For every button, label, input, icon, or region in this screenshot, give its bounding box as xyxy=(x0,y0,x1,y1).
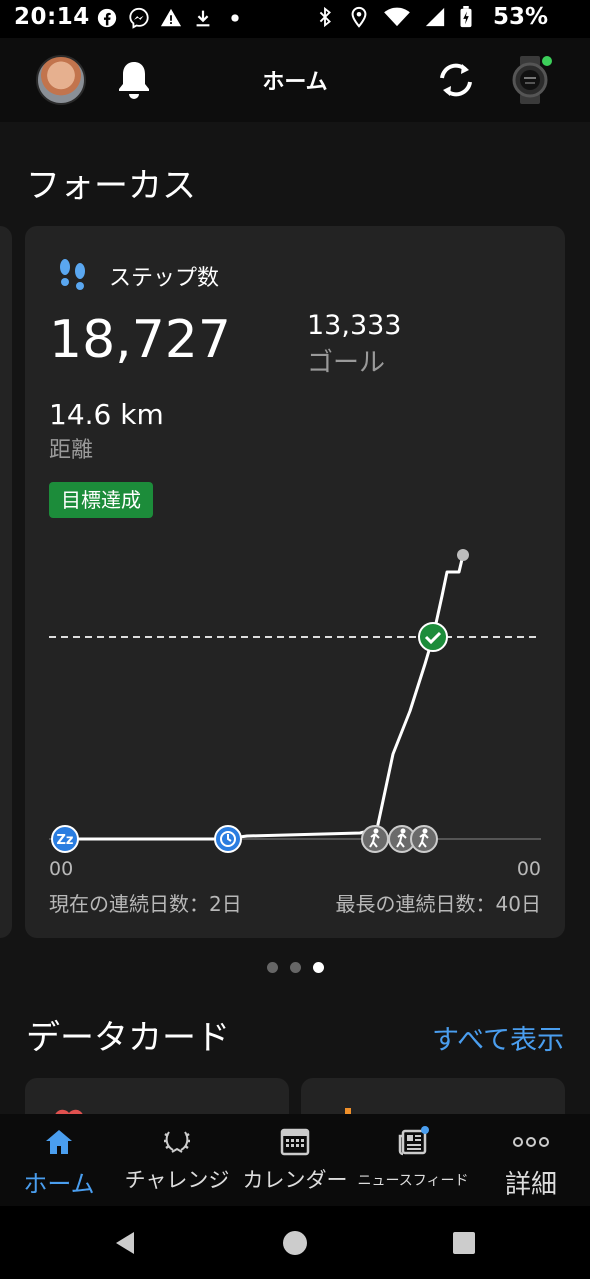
page-dot-active[interactable] xyxy=(312,962,324,973)
nav-label-more: 詳細 xyxy=(504,1170,557,1200)
see-all-link[interactable]: すべて表示 xyxy=(432,1018,564,1057)
datacards-section-title: データカード xyxy=(26,1018,230,1058)
previous-card[interactable] xyxy=(0,226,12,938)
page-indicator xyxy=(0,962,590,973)
steps-graph: Zz xyxy=(49,549,541,853)
system-navigation xyxy=(0,1206,590,1279)
data-card[interactable] xyxy=(25,1078,289,1114)
nav-newsfeed[interactable]: ニュースフィード xyxy=(354,1114,472,1206)
notification-icons xyxy=(96,7,246,29)
calendar-icon xyxy=(280,1128,310,1156)
home-circle-icon[interactable] xyxy=(282,1230,308,1256)
footsteps-icon xyxy=(60,259,85,290)
wifi-icon xyxy=(384,7,410,27)
battery-icon xyxy=(460,6,472,28)
signal-icon xyxy=(425,7,445,27)
app-header: ホーム xyxy=(0,38,590,122)
battery-percent: 53% xyxy=(492,4,548,30)
goal-label: ゴール xyxy=(307,348,386,378)
status-time: 20:14 xyxy=(14,4,90,30)
axis-end-label: 00 xyxy=(516,858,541,880)
recents-icon[interactable] xyxy=(452,1231,476,1255)
dot-icon xyxy=(231,14,239,22)
laurel-icon xyxy=(164,1131,190,1153)
steps-card[interactable]: ステップ数 18,727 13,333 ゴール 14.6 km 距離 目標達成 … xyxy=(25,226,565,938)
sync-icon[interactable] xyxy=(434,58,478,102)
steps-line xyxy=(65,554,465,841)
axis-start-label: 00 xyxy=(49,858,74,880)
data-card[interactable] xyxy=(301,1078,565,1114)
nav-calendar[interactable]: カレンダー xyxy=(236,1114,354,1206)
page-dot[interactable] xyxy=(266,962,278,973)
goal-achieved-badge: 目標達成 xyxy=(49,482,153,518)
page-dot[interactable] xyxy=(289,962,301,973)
watch-icon[interactable] xyxy=(508,54,552,106)
walk-icon xyxy=(410,825,438,853)
bluetooth-icon xyxy=(319,6,331,28)
bottom-navigation: ホーム チャレンジ カレンダー ニュースフィード 詳細 xyxy=(0,1114,590,1206)
walk-icon xyxy=(361,825,389,853)
home-content: フォーカス ステップ数 18,727 13,333 ゴール 14.6 km 距離… xyxy=(0,122,590,1114)
goal-value: 13,333 xyxy=(307,310,402,341)
nav-label-challenge: チャレンジ xyxy=(124,1168,230,1192)
clock-icon xyxy=(214,825,242,853)
status-bar: 20:14 53% xyxy=(0,0,590,38)
system-icons xyxy=(314,6,474,28)
warning-icon xyxy=(160,8,182,27)
card-title: ステップ数 xyxy=(109,266,220,291)
distance-value: 14.6 km xyxy=(49,398,164,431)
nav-more[interactable]: 詳細 xyxy=(472,1114,590,1206)
location-icon xyxy=(351,6,367,28)
newsfeed-icon xyxy=(398,1126,429,1156)
back-icon[interactable] xyxy=(112,1230,138,1256)
current-streak: 現在の連続日数：2日 xyxy=(49,892,242,916)
more-icon xyxy=(513,1137,549,1147)
longest-streak: 最長の連続日数：40日 xyxy=(335,892,541,916)
nav-label-home: ホーム xyxy=(23,1170,95,1198)
focus-section-title: フォーカス xyxy=(26,166,196,206)
nav-label-calendar: カレンダー xyxy=(242,1168,348,1192)
nav-challenge[interactable]: チャレンジ xyxy=(118,1114,236,1206)
distance-label: 距離 xyxy=(49,438,94,463)
step-count: 18,727 xyxy=(49,310,231,370)
goal-check-icon xyxy=(418,622,448,652)
nav-label-newsfeed: ニュースフィード xyxy=(357,1173,469,1189)
page-title: ホーム xyxy=(262,70,328,95)
messenger-icon xyxy=(129,7,149,29)
facebook-icon xyxy=(97,8,117,28)
download-icon xyxy=(196,10,210,27)
end-point xyxy=(457,549,469,561)
svg-text:Zz: Zz xyxy=(57,833,74,848)
home-icon xyxy=(46,1130,72,1154)
sleep-icon: Zz xyxy=(51,825,79,853)
nav-home[interactable]: ホーム xyxy=(0,1114,118,1206)
